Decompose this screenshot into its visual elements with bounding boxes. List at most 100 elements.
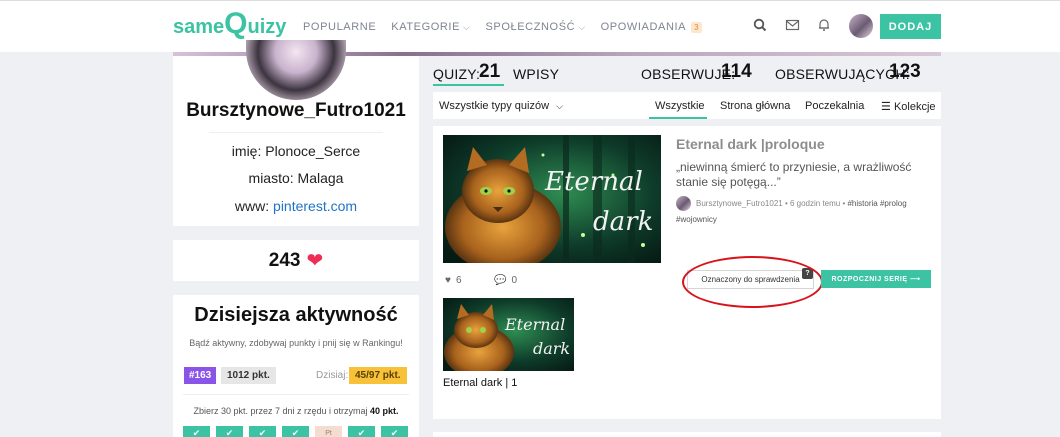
annotation-ellipse xyxy=(682,256,823,308)
streak-days: ✔ ✔ ✔ ✔ Pt ✔ ✔ xyxy=(183,426,408,437)
obserwujacych-count: 123 xyxy=(889,61,921,82)
today-label: Dzisiaj: xyxy=(316,370,349,381)
logo-text-suffix: uizy xyxy=(247,16,287,38)
nav-item-kategorie[interactable]: KATEGORIE ⌵ xyxy=(391,21,470,33)
tag-link[interactable]: #wojownicy xyxy=(676,215,717,224)
active-tab-underline xyxy=(433,84,504,86)
activity-title: Dzisiejsza aktywność xyxy=(194,304,398,326)
tab-poczekalnia[interactable]: Poczekalnia xyxy=(805,100,864,112)
obserwuje-count: 114 xyxy=(721,61,752,82)
day-check: ✔ xyxy=(348,426,375,437)
activity-subtitle: Bądź aktywny, zdobywaj punkty i pnij się… xyxy=(189,338,403,348)
site-logo[interactable]: sameQuizy xyxy=(173,7,287,40)
heart-icon: ♥ xyxy=(445,275,451,286)
nav-label: SPOŁECZNOŚĆ xyxy=(485,21,576,33)
bell-icon[interactable] xyxy=(817,18,835,36)
like-button[interactable]: ♥ 6 xyxy=(445,275,462,286)
tab-kolekcje[interactable]: ☰ Kolekcje xyxy=(881,100,936,113)
cover-title-line1: Eternal xyxy=(544,167,643,197)
day-check: ✔ xyxy=(249,426,276,437)
quiz-meta: Bursztynowe_Futro1021 • 6 godzin temu • … xyxy=(676,196,931,228)
comment-button[interactable]: 💬 0 xyxy=(494,275,517,286)
nav-label: KATEGORIE xyxy=(391,21,461,33)
name-value: Plonoce_Serce xyxy=(265,143,361,159)
streak-note: Zbierz 30 pkt. przez 7 dni z rzędu i otr… xyxy=(173,406,419,416)
quiz-title[interactable]: Eternal dark |proloque xyxy=(676,136,825,152)
wpisy-tab[interactable]: WPISY xyxy=(513,66,559,82)
divider xyxy=(183,394,409,395)
rank-badge[interactable]: #163 xyxy=(184,367,217,384)
profile-username: Bursztynowe_Futro1021 xyxy=(186,100,406,121)
chevron-down-icon: ⌵ xyxy=(578,21,586,32)
www-link[interactable]: pinterest.com xyxy=(273,198,357,214)
city-label: miasto: xyxy=(248,170,294,186)
points-badge: 1012 pkt. xyxy=(221,367,276,384)
quizy-tab[interactable]: QUIZY: xyxy=(433,66,480,82)
day-check: ✔ xyxy=(381,426,408,437)
today-points-badge: 45/97 pkt. xyxy=(349,367,407,384)
user-avatar[interactable] xyxy=(849,14,873,38)
chevron-down-icon: ⌵ xyxy=(556,101,563,111)
search-icon[interactable] xyxy=(753,18,771,36)
logo-text-q: Q xyxy=(224,7,248,40)
nav-item-popularne[interactable]: POPULARNE xyxy=(303,21,376,33)
day-check: ✔ xyxy=(216,426,243,437)
tag-link[interactable]: #historia xyxy=(847,199,877,208)
author-link[interactable]: Bursztynowe_Futro1021 xyxy=(696,199,783,208)
post-time: 6 godzin temu xyxy=(789,199,841,208)
day-today: Pt xyxy=(315,426,342,437)
tag-link[interactable]: #prolog xyxy=(880,199,907,208)
tab-kolekcje-label: Kolekcje xyxy=(893,101,936,113)
quiz-type-value: Wszystkie typy quizów xyxy=(439,100,550,112)
author-avatar[interactable] xyxy=(676,196,691,212)
likes-card: 243 ❤ xyxy=(173,240,419,281)
profile-city-row: miasto: Malaga xyxy=(173,170,419,186)
name-label: imię: xyxy=(231,143,262,159)
divider xyxy=(209,132,383,133)
quiz-card: Eternal dark Eternal dark |proloque „nie… xyxy=(433,126,941,419)
www-label: www: xyxy=(234,198,270,214)
list-icon: ☰ xyxy=(881,101,891,113)
profile-name-row: imię: Plonoce_Serce xyxy=(173,143,419,159)
heart-icon: ❤ xyxy=(306,249,324,272)
comment-icon: 💬 xyxy=(494,275,507,286)
quiz-part-thumbnail[interactable]: Eternal dark xyxy=(443,298,574,371)
like-count: 6 xyxy=(455,275,462,286)
active-tab-underline xyxy=(649,117,707,119)
profile-www-row: www: pinterest.com xyxy=(173,198,419,214)
quiz-filter-bar: Wszystkie typy quizów ⌵ Wszystkie Strona… xyxy=(433,92,941,119)
city-value: Malaga xyxy=(297,170,344,186)
start-series-button[interactable]: ROZPOCZNIJ SERIĘ ⟶ xyxy=(821,270,931,288)
quiz-type-select[interactable]: Wszystkie typy quizów ⌵ xyxy=(439,100,563,112)
main-nav: POPULARNE KATEGORIE ⌵ SPOŁECZNOŚĆ ⌵ OPOWIA… xyxy=(303,21,703,33)
likes-count: 243 xyxy=(268,249,301,271)
day-check: ✔ xyxy=(183,426,210,437)
cover-title-line2: dark xyxy=(593,207,653,237)
tab-strona-glowna[interactable]: Strona główna xyxy=(720,100,790,112)
mail-icon[interactable] xyxy=(785,18,803,36)
tab-wszystkie[interactable]: Wszystkie xyxy=(655,100,705,112)
profile-stats: QUIZY: 21 WPISY OBSERWUJE: 114 OBSERWUJĄ… xyxy=(433,60,941,86)
quiz-description: „niewinną śmierć to przyniesie, a wrażli… xyxy=(676,160,912,189)
next-card-edge xyxy=(433,432,941,437)
streak-note-text: Zbierz 30 pkt. przez 7 dni z rzędu i otr… xyxy=(193,406,371,416)
nav-label: OPOWIADANIA xyxy=(600,21,687,33)
quizy-count: 21 xyxy=(479,61,501,82)
profile-card: Bursztynowe_Futro1021 imię: Plonoce_Serc… xyxy=(173,40,419,226)
profile-avatar xyxy=(246,40,346,100)
logo-text-prefix: same xyxy=(173,16,225,38)
nav-item-spolecznosc[interactable]: SPOŁECZNOŚĆ ⌵ xyxy=(485,21,585,33)
count-badge: 3 xyxy=(691,21,703,33)
streak-note-bonus: 40 pkt. xyxy=(370,406,399,416)
quiz-part-title[interactable]: Eternal dark | 1 xyxy=(443,377,517,389)
chevron-down-icon: ⌵ xyxy=(463,21,471,32)
nav-label: POPULARNE xyxy=(303,21,377,33)
day-check: ✔ xyxy=(282,426,309,437)
quiz-cover-image[interactable]: Eternal dark xyxy=(443,135,661,263)
add-button[interactable]: DODAJ xyxy=(880,14,941,39)
comment-count: 0 xyxy=(511,275,518,286)
nav-item-opowiadania[interactable]: OPOWIADANIA 3 xyxy=(601,21,703,33)
thumb-title-line1: Eternal xyxy=(504,315,565,334)
top-navbar: sameQuizy POPULARNE KATEGORIE ⌵ SPOŁECZNO… xyxy=(0,0,1060,52)
thumb-title-line2: dark xyxy=(533,339,570,358)
